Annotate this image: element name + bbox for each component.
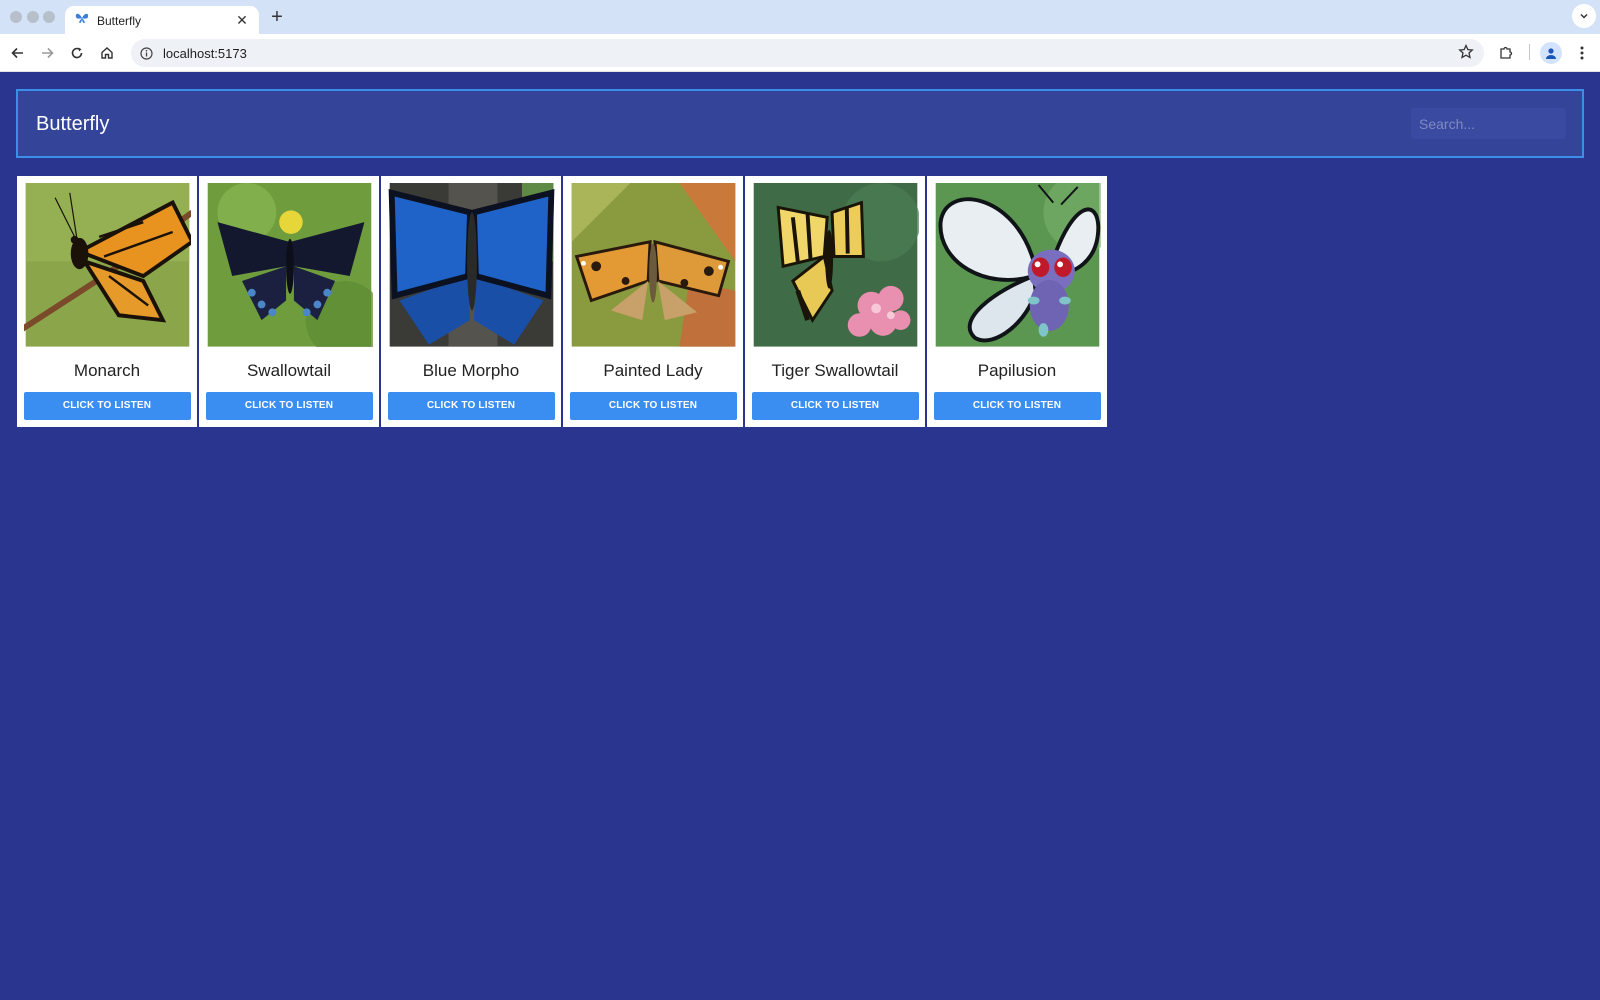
page-title: Butterfly xyxy=(36,113,110,135)
papilusion-photo xyxy=(935,183,1101,347)
blue-morpho-photo xyxy=(388,183,554,347)
url-text: localhost:5173 xyxy=(163,45,247,61)
butterfly-name: Monarch xyxy=(73,360,141,380)
close-tab-icon[interactable]: ✕ xyxy=(235,12,249,29)
butterfly-card: Tiger Swallowtail CLICK TO LISTEN xyxy=(745,176,925,427)
butterfly-card: Painted Lady CLICK TO LISTEN xyxy=(563,176,743,427)
back-icon[interactable] xyxy=(6,41,30,65)
monarch-photo xyxy=(23,183,191,347)
butterfly-card: Swallowtail CLICK TO LISTEN xyxy=(199,176,379,427)
butterfly-card: Blue Morpho CLICK TO LISTEN xyxy=(381,176,561,427)
butterfly-name: Blue Morpho xyxy=(422,360,520,380)
butterfly-name: Painted Lady xyxy=(603,360,703,380)
butterfly-favicon-icon xyxy=(75,11,89,30)
butterfly-card-grid: Monarch CLICK TO LISTEN Swallowtail CLIC… xyxy=(17,176,1107,427)
click-to-listen-button[interactable]: CLICK TO LISTEN xyxy=(205,391,373,420)
new-tab-icon[interactable]: + xyxy=(266,6,288,28)
click-to-listen-button[interactable]: CLICK TO LISTEN xyxy=(933,391,1101,420)
click-to-listen-button[interactable]: CLICK TO LISTEN xyxy=(387,391,555,420)
painted-lady-photo xyxy=(571,183,735,347)
window-close-dot[interactable] xyxy=(10,11,22,23)
tab-title: Butterfly xyxy=(97,13,142,28)
more-menu-icon[interactable] xyxy=(1570,41,1594,65)
reload-icon[interactable] xyxy=(65,41,89,65)
swallowtail-photo xyxy=(207,183,373,347)
window-maximize-dot[interactable] xyxy=(43,11,55,23)
forward-icon[interactable] xyxy=(35,41,59,65)
window-minimize-dot[interactable] xyxy=(27,11,39,23)
browser-tab-strip: Butterfly ✕ + xyxy=(0,0,1600,35)
butterfly-card: Papilusion CLICK TO LISTEN xyxy=(927,176,1107,427)
tab-search-chevron-icon[interactable] xyxy=(1572,4,1596,28)
browser-toolbar: localhost:5173 xyxy=(0,34,1600,72)
toolbar-divider xyxy=(1529,44,1530,60)
butterfly-name: Papilusion xyxy=(977,360,1057,380)
extensions-puzzle-icon[interactable] xyxy=(1494,41,1518,65)
butterfly-name: Tiger Swallowtail xyxy=(771,360,899,380)
home-icon[interactable] xyxy=(95,41,119,65)
bookmark-star-icon[interactable] xyxy=(1458,43,1476,62)
profile-avatar-icon[interactable] xyxy=(1540,42,1562,64)
app-header: Butterfly xyxy=(16,89,1584,158)
site-info-icon[interactable] xyxy=(137,44,155,62)
butterfly-card: Monarch CLICK TO LISTEN xyxy=(17,176,197,427)
click-to-listen-button[interactable]: CLICK TO LISTEN xyxy=(569,391,737,420)
tiger-swallowtail-photo xyxy=(753,183,919,347)
click-to-listen-button[interactable]: CLICK TO LISTEN xyxy=(23,391,191,420)
browser-tab[interactable]: Butterfly ✕ xyxy=(65,6,259,35)
click-to-listen-button[interactable]: CLICK TO LISTEN xyxy=(751,391,919,420)
search-input[interactable] xyxy=(1411,108,1566,139)
butterfly-name: Swallowtail xyxy=(246,360,332,380)
address-bar[interactable]: localhost:5173 xyxy=(131,39,1484,67)
